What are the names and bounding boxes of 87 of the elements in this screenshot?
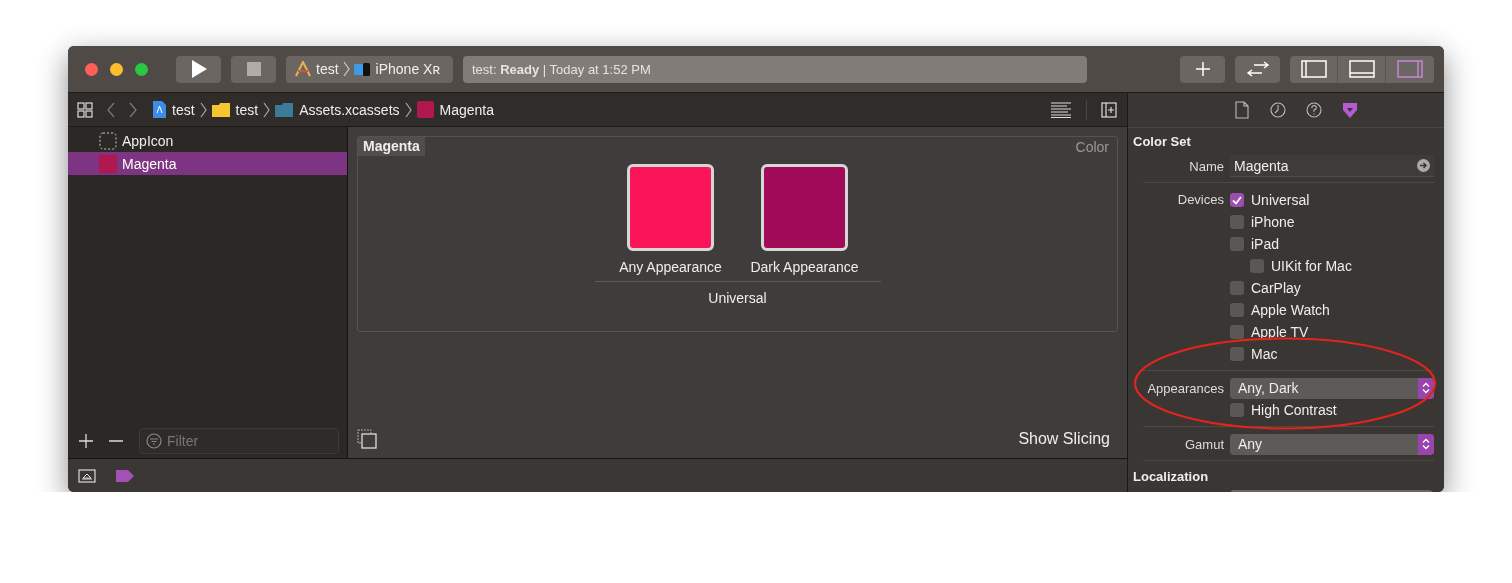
play-icon bbox=[190, 60, 207, 78]
file-icon[interactable] bbox=[1234, 101, 1250, 119]
chevron-icon bbox=[342, 61, 350, 77]
navigator-panel-icon bbox=[1300, 60, 1327, 78]
chevron-icon bbox=[263, 101, 271, 118]
checkbox[interactable] bbox=[1230, 325, 1244, 339]
navigator-item[interactable]: AppIcon bbox=[68, 129, 347, 152]
app-icon bbox=[294, 61, 312, 77]
checkbox[interactable] bbox=[1230, 347, 1244, 361]
document-icon bbox=[153, 101, 166, 118]
dashed-square-icon bbox=[99, 131, 117, 150]
clock-icon[interactable] bbox=[1270, 101, 1286, 119]
breadcrumb[interactable]: Magenta bbox=[416, 101, 494, 118]
scheme-selector[interactable]: test iPhone Xʀ bbox=[286, 55, 453, 83]
section-title: Color Set bbox=[1133, 133, 1192, 151]
checkbox[interactable] bbox=[1230, 281, 1244, 295]
checkbox-label: High Contrast bbox=[1251, 402, 1337, 418]
color-swatch-icon bbox=[416, 101, 434, 118]
plus-icon[interactable] bbox=[79, 434, 93, 448]
field-label: Devices bbox=[1177, 192, 1224, 207]
checkbox[interactable] bbox=[1230, 237, 1244, 251]
checkbox[interactable] bbox=[1230, 215, 1244, 229]
field-label: Name bbox=[1189, 158, 1224, 174]
chevron-icon bbox=[404, 101, 412, 118]
color-swatch[interactable] bbox=[627, 164, 714, 251]
tag-icon[interactable] bbox=[116, 469, 134, 482]
arrow-circle-icon bbox=[1417, 159, 1430, 172]
filter-field[interactable]: Filter bbox=[139, 428, 339, 454]
checkbox-label: iPad bbox=[1251, 236, 1280, 252]
asset-type-label: Color bbox=[1075, 138, 1110, 155]
navigator-item[interactable]: Magenta bbox=[68, 152, 347, 175]
checkbox-label: UIKit for Mac bbox=[1271, 258, 1352, 274]
checkbox[interactable] bbox=[1250, 259, 1264, 273]
add-editor-icon[interactable] bbox=[1101, 101, 1117, 118]
swatch-label: Dark Appearance bbox=[750, 259, 859, 275]
zoom-button[interactable] bbox=[135, 62, 148, 76]
breadcrumb[interactable]: Assets.xcassets bbox=[275, 101, 400, 118]
device-name: iPhone Xʀ bbox=[375, 61, 440, 77]
chevron-icon bbox=[199, 101, 207, 118]
stop-button[interactable] bbox=[231, 55, 276, 83]
swatch-label: Any Appearance bbox=[619, 259, 722, 275]
group-label: Universal bbox=[708, 290, 767, 306]
grid-icon[interactable] bbox=[77, 101, 93, 118]
run-button[interactable] bbox=[176, 55, 221, 83]
color-swatch[interactable] bbox=[761, 164, 848, 251]
checkbox-label: Apple Watch bbox=[1251, 302, 1330, 318]
asset-title: Magenta bbox=[358, 137, 425, 156]
checkbox-label: Universal bbox=[1251, 192, 1310, 208]
slicing-icon[interactable] bbox=[357, 429, 377, 449]
checkbox[interactable] bbox=[1230, 193, 1244, 207]
scheme-name: test bbox=[316, 61, 339, 77]
stop-icon bbox=[246, 62, 261, 76]
phone-icon bbox=[353, 61, 372, 77]
checkbox-label: Apple TV bbox=[1251, 324, 1309, 340]
up-down-arrows-icon bbox=[1422, 438, 1430, 450]
name-field[interactable]: Magenta bbox=[1230, 155, 1434, 177]
text-lines-icon[interactable] bbox=[1050, 101, 1072, 118]
popup-button[interactable]: Any bbox=[1230, 433, 1434, 455]
minimize-button[interactable] bbox=[110, 62, 123, 76]
breadcrumb[interactable]: test bbox=[211, 101, 259, 118]
inspector-panel-icon bbox=[1397, 60, 1423, 78]
checkmark-icon bbox=[1232, 195, 1242, 205]
popup-button[interactable]: Any, Dark bbox=[1230, 377, 1434, 399]
filter-icon bbox=[146, 433, 162, 449]
add-button[interactable] bbox=[1180, 55, 1225, 83]
debug-panel-icon bbox=[1348, 60, 1375, 78]
checkbox-label: Mac bbox=[1251, 346, 1278, 362]
status-text: test: Ready | Today at 1:52 PM bbox=[472, 61, 651, 77]
close-button[interactable] bbox=[85, 62, 98, 76]
attributes-icon[interactable] bbox=[1342, 101, 1358, 119]
field-label: Appearances bbox=[1147, 380, 1224, 396]
breadcrumb[interactable]: test bbox=[153, 101, 195, 118]
checkbox-label: iPhone bbox=[1251, 214, 1295, 230]
checkbox[interactable] bbox=[1230, 403, 1244, 417]
folder-icon bbox=[275, 102, 294, 117]
field-label: Gamut bbox=[1185, 436, 1224, 452]
plus-icon bbox=[1194, 61, 1211, 77]
swap-button[interactable] bbox=[1235, 55, 1280, 83]
swap-arrows-icon bbox=[1245, 61, 1270, 77]
folder-icon bbox=[211, 102, 230, 117]
help-icon[interactable] bbox=[1306, 101, 1322, 119]
show-slicing-button[interactable]: Show Slicing bbox=[1018, 430, 1110, 448]
debug-toggle-icon[interactable] bbox=[78, 468, 96, 483]
up-down-arrows-icon bbox=[1422, 382, 1430, 394]
checkbox-label: CarPlay bbox=[1251, 280, 1301, 296]
section-title: Localization bbox=[1133, 468, 1210, 486]
checkbox[interactable] bbox=[1230, 303, 1244, 317]
